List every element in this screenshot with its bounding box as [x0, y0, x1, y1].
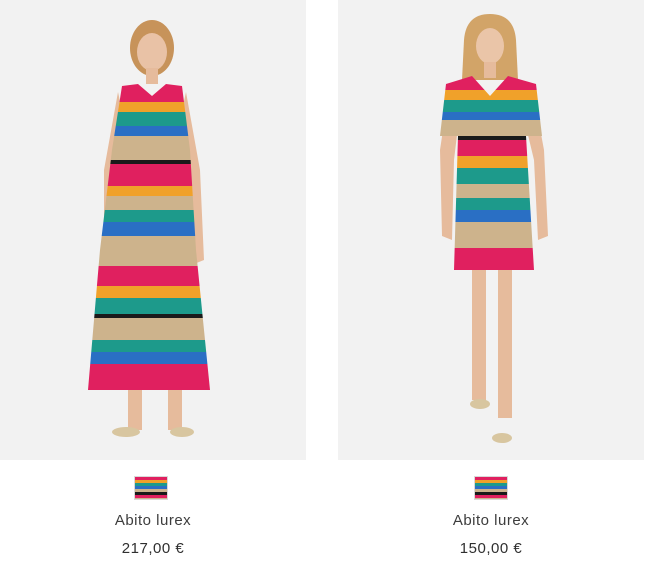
swatch-stripe: [475, 498, 507, 499]
product-card[interactable]: Abito lurex 150,00 €: [338, 0, 644, 570]
product-price: 150,00 €: [459, 540, 523, 557]
product-name[interactable]: Abito lurex: [0, 512, 306, 529]
product-price: 217,00 €: [121, 540, 185, 557]
product-name[interactable]: Abito lurex: [338, 512, 644, 529]
model-long-dress-illustration: [88, 20, 210, 437]
product-image[interactable]: [338, 0, 644, 460]
product-card[interactable]: Abito lurex 217,00 €: [0, 0, 306, 570]
model-short-dress-illustration: [440, 14, 548, 443]
product-image[interactable]: [0, 0, 306, 460]
color-swatch[interactable]: [474, 476, 508, 500]
color-swatch[interactable]: [134, 476, 168, 500]
swatch-stripe: [135, 498, 167, 499]
